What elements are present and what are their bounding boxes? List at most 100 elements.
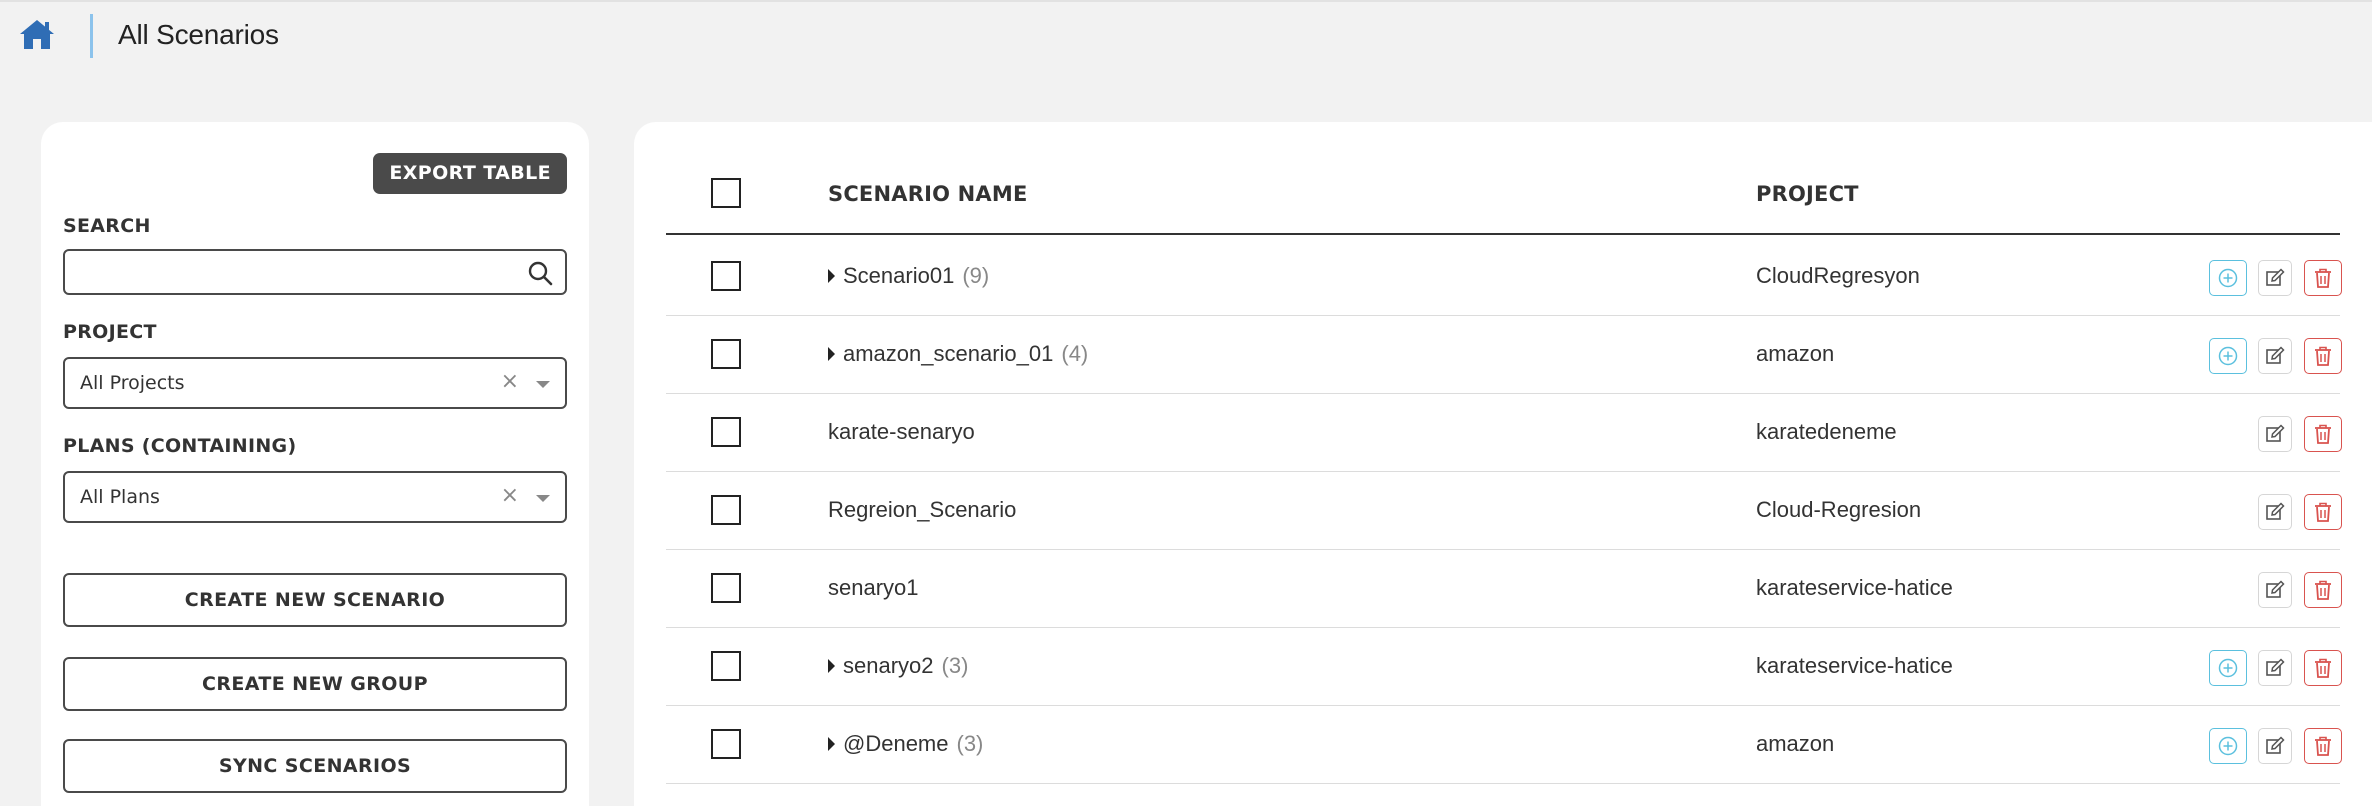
- trash-icon: [2314, 736, 2332, 756]
- create-new-group-button[interactable]: CREATE NEW GROUP: [63, 657, 567, 711]
- table-row: senaryo1 karateservice-hatice: [666, 550, 2342, 628]
- plus-circle-icon: [2218, 268, 2238, 288]
- scenario-name-cell: amazon_scenario_01 (4): [828, 341, 1088, 367]
- project-cell: amazon: [1756, 731, 1835, 756]
- plans-label: PLANS (CONTAINING): [63, 435, 297, 457]
- row-checkbox[interactable]: [711, 573, 741, 603]
- page-header: All Scenarios: [0, 2, 2372, 62]
- scenario-name-cell: karate-senaryo: [828, 419, 975, 445]
- trash-icon: [2314, 580, 2332, 600]
- scenario-name-cell: Scenario01 (9): [828, 263, 989, 289]
- edit-button[interactable]: [2258, 338, 2292, 374]
- plans-select[interactable]: All Plans ×: [63, 471, 567, 523]
- scenario-count: (4): [1061, 341, 1089, 366]
- plans-clear-icon[interactable]: ×: [501, 483, 519, 508]
- row-checkbox[interactable]: [711, 339, 741, 369]
- project-cell: CloudRegresyon: [1756, 263, 1920, 288]
- project-cell: karateservice-hatice: [1756, 653, 1953, 678]
- table-row: karate-senaryo karatedeneme: [666, 394, 2342, 472]
- delete-button[interactable]: [2304, 338, 2342, 374]
- row-checkbox[interactable]: [711, 729, 741, 759]
- home-icon: [20, 20, 54, 49]
- expand-caret-icon[interactable]: [828, 737, 835, 751]
- edit-button[interactable]: [2258, 260, 2292, 296]
- chevron-down-icon[interactable]: [536, 381, 550, 388]
- delete-button[interactable]: [2304, 572, 2342, 608]
- project-cell: karatedeneme: [1756, 419, 1897, 444]
- plus-circle-icon: [2218, 658, 2238, 678]
- project-selected-value: All Projects: [80, 372, 185, 394]
- table-row: @Deneme (3) amazon: [666, 706, 2342, 784]
- trash-icon: [2314, 268, 2332, 288]
- delete-button[interactable]: [2304, 728, 2342, 764]
- table-row: amazon_scenario_01 (4) amazon: [666, 316, 2342, 394]
- project-select[interactable]: All Projects ×: [63, 357, 567, 409]
- trash-icon: [2314, 502, 2332, 522]
- project-cell: karateservice-hatice: [1756, 575, 1953, 600]
- select-all-checkbox[interactable]: [711, 178, 741, 208]
- delete-button[interactable]: [2304, 650, 2342, 686]
- expand-caret-icon[interactable]: [828, 269, 835, 283]
- expand-caret-icon[interactable]: [828, 659, 835, 673]
- add-button[interactable]: [2209, 728, 2247, 764]
- project-cell: Cloud-Regresion: [1756, 497, 1922, 522]
- edit-button[interactable]: [2258, 572, 2292, 608]
- chevron-down-icon[interactable]: [536, 495, 550, 502]
- edit-icon: [2266, 346, 2285, 364]
- edit-icon: [2266, 580, 2285, 598]
- expand-caret-icon[interactable]: [828, 347, 835, 361]
- row-checkbox[interactable]: [711, 261, 741, 291]
- project-label: PROJECT: [63, 321, 157, 343]
- edit-button[interactable]: [2258, 728, 2292, 764]
- delete-button[interactable]: [2304, 494, 2342, 530]
- edit-icon: [2266, 268, 2285, 286]
- create-new-scenario-button[interactable]: CREATE NEW SCENARIO: [63, 573, 567, 627]
- column-header-scenario-name: SCENARIO NAME: [828, 182, 1028, 206]
- search-icon[interactable]: [527, 260, 553, 286]
- row-checkbox[interactable]: [711, 651, 741, 681]
- scenario-name[interactable]: Regreion_Scenario: [828, 497, 1016, 523]
- edit-icon: [2266, 502, 2285, 520]
- page-title: All Scenarios: [118, 19, 279, 50]
- scenario-name-cell: Regreion_Scenario: [828, 497, 1016, 523]
- delete-button[interactable]: [2304, 260, 2342, 296]
- scenario-count: (3): [941, 653, 969, 678]
- home-button[interactable]: [16, 16, 58, 52]
- row-checkbox[interactable]: [711, 495, 741, 525]
- edit-button[interactable]: [2258, 494, 2292, 530]
- scenario-name[interactable]: senaryo1: [828, 575, 919, 601]
- edit-icon: [2266, 658, 2285, 676]
- add-button[interactable]: [2209, 260, 2247, 296]
- table-row: Scenario01 (9) CloudRegresyon: [666, 238, 2342, 316]
- column-header-project: PROJECT: [1756, 182, 1859, 206]
- row-checkbox[interactable]: [711, 417, 741, 447]
- edit-icon: [2266, 736, 2285, 754]
- scenario-name[interactable]: karate-senaryo: [828, 419, 975, 445]
- trash-icon: [2314, 658, 2332, 678]
- edit-button[interactable]: [2258, 416, 2292, 452]
- project-cell: amazon: [1756, 341, 1835, 366]
- trash-icon: [2314, 346, 2332, 366]
- scenario-name-cell: senaryo2 (3): [828, 653, 968, 679]
- scenario-name[interactable]: Scenario01: [843, 263, 954, 289]
- header-divider: [90, 14, 93, 58]
- scenario-name-cell: senaryo1: [828, 575, 919, 601]
- add-button[interactable]: [2209, 650, 2247, 686]
- search-input[interactable]: [65, 251, 505, 291]
- add-button[interactable]: [2209, 338, 2247, 374]
- delete-button[interactable]: [2304, 416, 2342, 452]
- edit-icon: [2266, 424, 2285, 442]
- export-table-button[interactable]: EXPORT TABLE: [373, 153, 567, 194]
- trash-icon: [2314, 424, 2332, 444]
- scenario-name[interactable]: @Deneme: [843, 731, 949, 757]
- plans-selected-value: All Plans: [80, 486, 160, 508]
- table-row: senaryo2 (3) karateservice-hatice: [666, 628, 2342, 706]
- edit-button[interactable]: [2258, 650, 2292, 686]
- plus-circle-icon: [2218, 346, 2238, 366]
- table-header: SCENARIO NAME PROJECT: [666, 122, 2340, 235]
- scenario-name[interactable]: senaryo2: [843, 653, 934, 679]
- scenario-name[interactable]: amazon_scenario_01: [843, 341, 1053, 367]
- search-label: SEARCH: [63, 215, 151, 237]
- project-clear-icon[interactable]: ×: [501, 369, 519, 394]
- sync-scenarios-button[interactable]: SYNC SCENARIOS: [63, 739, 567, 793]
